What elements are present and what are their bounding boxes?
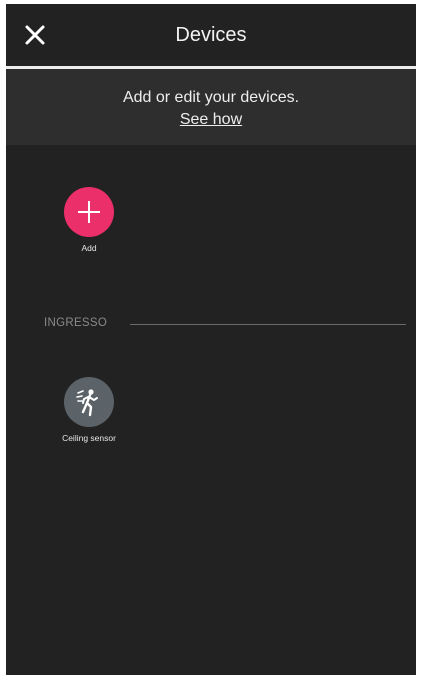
device-label: Ceiling sensor (62, 433, 116, 443)
page-title: Devices (175, 24, 247, 46)
section-header: INGRESSO (44, 317, 406, 331)
devices-screen: Devices Add or edit your devices. See ho… (6, 4, 416, 675)
section-label: INGRESSO (44, 317, 108, 329)
add-label: Add (81, 243, 97, 253)
top-app-bar: Devices (6, 4, 416, 66)
device-tile-ceiling-sensor[interactable]: Ceiling sensor (41, 377, 137, 443)
motion-sensor-icon (76, 389, 98, 417)
banner-text: Add or edit your devices. (122, 89, 300, 106)
section-divider (130, 324, 406, 325)
see-how-link[interactable]: See how (6, 111, 416, 129)
plus-icon (78, 201, 100, 223)
info-banner: Add or edit your devices. See how (6, 69, 416, 145)
device-circle (64, 377, 114, 427)
add-device-button[interactable]: Add (41, 187, 137, 253)
add-circle (64, 187, 114, 237)
